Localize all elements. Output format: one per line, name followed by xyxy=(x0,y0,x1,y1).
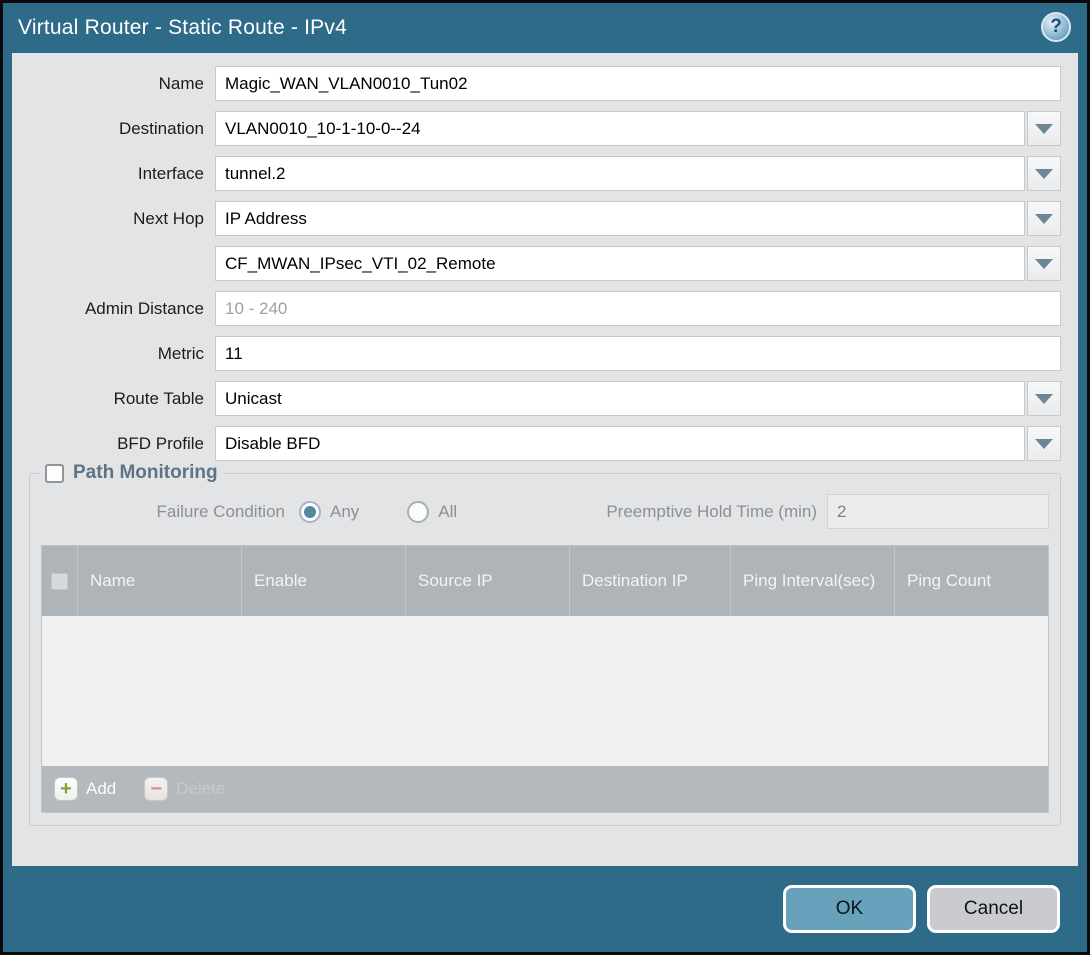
destination-row: Destination xyxy=(29,111,1061,146)
column-header-source-ip: Source IP xyxy=(406,546,570,616)
preemptive-hold-time-label: Preemptive Hold Time (min) xyxy=(606,502,827,522)
column-header-enable: Enable xyxy=(242,546,406,616)
failure-condition-all-radio[interactable] xyxy=(407,501,429,523)
add-icon: + xyxy=(54,777,78,801)
dialog-content: Name Destination Interface xyxy=(12,53,1078,866)
dialog-title: Virtual Router - Static Route - IPv4 xyxy=(18,16,347,40)
next-hop-label: Next Hop xyxy=(29,209,215,229)
destination-input[interactable] xyxy=(215,111,1025,146)
next-hop-address-dropdown-button[interactable] xyxy=(1027,246,1061,281)
interface-dropdown-button[interactable] xyxy=(1027,156,1061,191)
column-header-ping-interval: Ping Interval(sec) xyxy=(731,546,895,616)
chevron-down-icon xyxy=(1035,214,1053,224)
failure-condition-any-radio[interactable] xyxy=(299,501,321,523)
column-header-destination-ip: Destination IP xyxy=(570,546,731,616)
chevron-down-icon xyxy=(1035,259,1053,269)
chevron-down-icon xyxy=(1035,124,1053,134)
select-all-checkbox[interactable] xyxy=(51,573,68,590)
metric-row: Metric xyxy=(29,336,1061,371)
delete-button-label: Delete xyxy=(176,779,225,799)
preemptive-hold-time-input[interactable] xyxy=(827,494,1049,529)
next-hop-address-input[interactable] xyxy=(215,246,1025,281)
bfd-profile-label: BFD Profile xyxy=(29,434,215,454)
help-icon[interactable]: ? xyxy=(1041,12,1071,42)
dialog-titlebar: Virtual Router - Static Route - IPv4 ? xyxy=(3,3,1087,53)
static-route-form: Name Destination Interface xyxy=(29,66,1061,461)
admin-distance-label: Admin Distance xyxy=(29,299,215,319)
select-all-cell xyxy=(42,546,78,616)
path-monitoring-checkbox[interactable] xyxy=(45,464,64,483)
destination-label: Destination xyxy=(29,119,215,139)
next-hop-type-dropdown-button[interactable] xyxy=(1027,201,1061,236)
add-button-label: Add xyxy=(86,779,116,799)
ok-button[interactable]: OK xyxy=(783,885,916,933)
failure-condition-any-label: Any xyxy=(330,502,359,522)
next-hop-address-row xyxy=(29,246,1061,281)
failure-condition-all-label: All xyxy=(438,502,457,522)
name-label: Name xyxy=(29,74,215,94)
column-header-ping-count: Ping Count xyxy=(895,546,1048,616)
table-body-empty xyxy=(42,616,1048,766)
path-monitoring-header: Path Monitoring xyxy=(39,462,224,484)
failure-condition-label: Failure Condition xyxy=(41,502,299,522)
path-monitoring-title: Path Monitoring xyxy=(73,462,218,484)
route-table-input[interactable] xyxy=(215,381,1025,416)
add-button[interactable]: + Add xyxy=(54,777,116,801)
destination-dropdown-button[interactable] xyxy=(1027,111,1061,146)
interface-input[interactable] xyxy=(215,156,1025,191)
admin-distance-input[interactable] xyxy=(215,291,1061,326)
table-toolbar: + Add − Delete xyxy=(42,766,1048,812)
chevron-down-icon xyxy=(1035,169,1053,179)
bfd-profile-row: BFD Profile xyxy=(29,426,1061,461)
next-hop-type-input[interactable] xyxy=(215,201,1025,236)
metric-input[interactable] xyxy=(215,336,1061,371)
table-header: Name Enable Source IP Destination IP Pin… xyxy=(42,546,1048,616)
bfd-profile-dropdown-button[interactable] xyxy=(1027,426,1061,461)
interface-label: Interface xyxy=(29,164,215,184)
path-monitoring-table: Name Enable Source IP Destination IP Pin… xyxy=(41,545,1049,813)
name-input[interactable] xyxy=(215,66,1061,101)
route-table-dropdown-button[interactable] xyxy=(1027,381,1061,416)
interface-row: Interface xyxy=(29,156,1061,191)
failure-condition-row: Failure Condition Any All Preemptive Hol… xyxy=(41,494,1049,529)
route-table-row: Route Table xyxy=(29,381,1061,416)
chevron-down-icon xyxy=(1035,439,1053,449)
delete-icon: − xyxy=(144,777,168,801)
path-monitoring-section: Path Monitoring Failure Condition Any Al… xyxy=(29,473,1061,826)
bfd-profile-input[interactable] xyxy=(215,426,1025,461)
metric-label: Metric xyxy=(29,344,215,364)
next-hop-row: Next Hop xyxy=(29,201,1061,236)
preemptive-hold-time-group: Preemptive Hold Time (min) xyxy=(606,494,1049,529)
static-route-dialog: Virtual Router - Static Route - IPv4 ? N… xyxy=(0,0,1090,955)
column-header-name: Name xyxy=(78,546,242,616)
chevron-down-icon xyxy=(1035,394,1053,404)
route-table-label: Route Table xyxy=(29,389,215,409)
cancel-button[interactable]: Cancel xyxy=(927,885,1060,933)
admin-distance-row: Admin Distance xyxy=(29,291,1061,326)
dialog-footer: OK Cancel xyxy=(3,866,1087,952)
name-row: Name xyxy=(29,66,1061,101)
delete-button[interactable]: − Delete xyxy=(144,777,225,801)
